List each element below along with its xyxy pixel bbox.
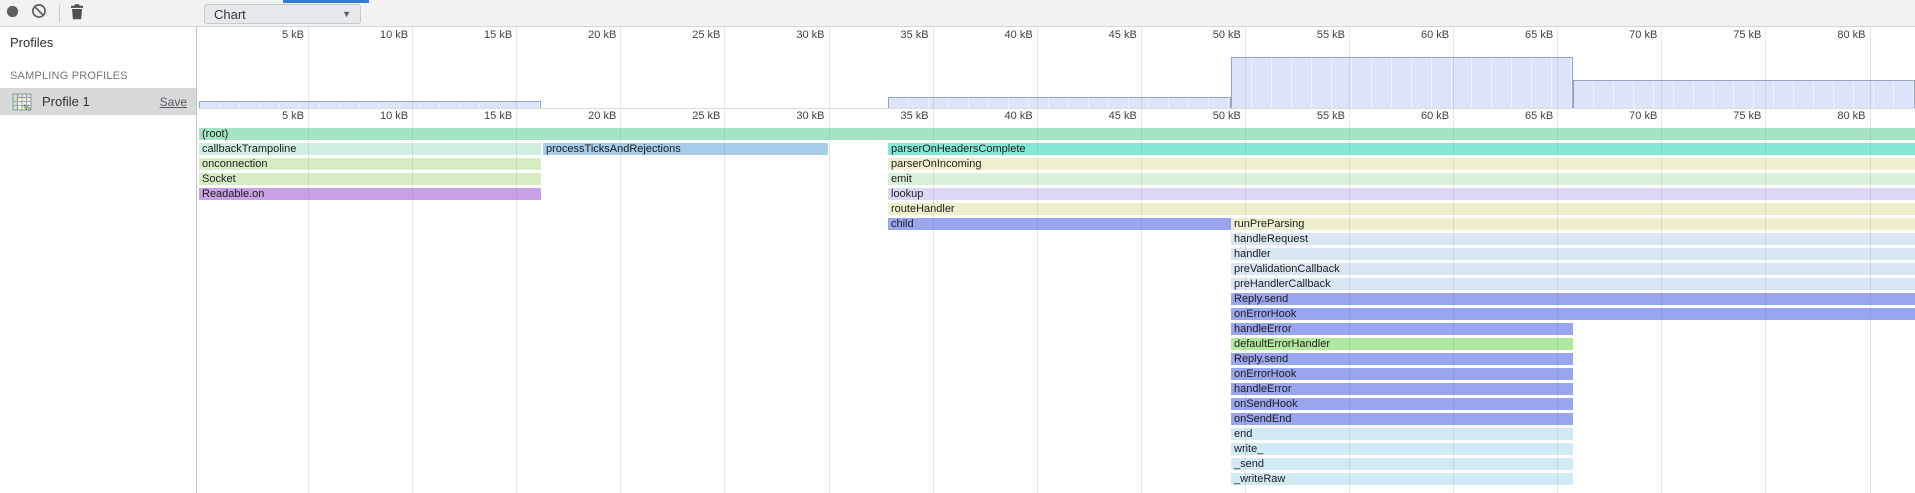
ruler-label: 15 kB — [436, 110, 512, 122]
flame-frame[interactable]: onSendHook — [1231, 398, 1573, 410]
flame-frame[interactable]: Readable.on — [199, 188, 541, 200]
record-button[interactable] — [4, 0, 20, 27]
ruler-label: 30 kB — [749, 110, 825, 122]
flame-frame[interactable]: Reply.send — [1231, 353, 1573, 365]
flame-frame[interactable]: _send — [1231, 458, 1573, 470]
ruler-label: 40 kB — [957, 29, 1033, 41]
flame-frame[interactable]: Reply.send — [1231, 293, 1915, 305]
overview-step — [199, 101, 541, 108]
chart-view-select-value: Chart — [205, 7, 342, 22]
ruler-label: 5 kB — [228, 110, 304, 122]
allocation-chart: 5 kB 10 kB 15 kB 20 kB 25 kB 30 kB 35 kB 40 kB 4… — [199, 27, 1915, 493]
ruler-label: 50 kB — [1165, 29, 1241, 41]
flame-frame[interactable]: callbackTrampoline — [199, 143, 541, 155]
ruler-label: 45 kB — [1061, 29, 1137, 41]
ruler-label: 25 kB — [644, 29, 720, 41]
flame-frame[interactable]: emit — [888, 173, 1915, 185]
overview-step — [888, 97, 1231, 108]
ruler-label: 60 kB — [1373, 29, 1449, 41]
ruler-label: 15 kB — [436, 29, 512, 41]
flame-frame[interactable]: parserOnHeadersComplete — [888, 143, 1915, 155]
flame-frame[interactable]: lookup — [888, 188, 1915, 200]
ruler-label: 65 kB — [1477, 29, 1553, 41]
flame-frame[interactable]: processTicksAndRejections — [543, 143, 828, 155]
flame-chart[interactable]: (root) callbackTrampolineprocessTicksAndR… — [199, 124, 1915, 493]
ruler-label: 55 kB — [1269, 110, 1345, 122]
toolbar: Chart ▼ — [0, 0, 1915, 27]
ruler-label: 75 kB — [1685, 110, 1761, 122]
ruler-label: 5 kB — [228, 29, 304, 41]
flame-frame[interactable]: handleError — [1231, 323, 1573, 335]
flame-frame[interactable]: parserOnIncoming — [888, 158, 1915, 170]
ruler-label: 45 kB — [1061, 110, 1137, 122]
tab-indicator — [283, 0, 369, 3]
toolbar-separator — [59, 5, 60, 22]
ruler-label: 40 kB — [957, 110, 1033, 122]
flame-frame[interactable]: runPreParsing — [1231, 218, 1915, 230]
sampling-profiles-heading: SAMPLING PROFILES — [10, 70, 128, 82]
ruler-label: 35 kB — [853, 29, 929, 41]
ruler-label: 10 kB — [332, 29, 408, 41]
sidebar: Profiles SAMPLING PROFILES % Profile 1 S… — [0, 27, 197, 493]
flame-frame[interactable]: routeHandler — [888, 203, 1915, 215]
flame-frame[interactable]: preHandlerCallback — [1231, 278, 1915, 290]
profile-table-icon: % — [12, 92, 32, 112]
record-icon — [6, 5, 19, 23]
ruler-label: 20 kB — [540, 29, 616, 41]
chevron-down-icon: ▼ — [342, 9, 360, 19]
profile-name: Profile 1 — [42, 94, 160, 109]
delete-profile-button[interactable] — [68, 0, 86, 27]
flame-frame[interactable]: (root) — [199, 128, 1915, 140]
ruler-label: 70 kB — [1581, 29, 1657, 41]
chart-view-select[interactable]: Chart ▼ — [204, 4, 361, 24]
ruler-label: 65 kB — [1477, 110, 1553, 122]
flame-frame[interactable]: onSendEnd — [1231, 413, 1573, 425]
flame-frame[interactable]: onErrorHook — [1231, 308, 1915, 320]
ruler-label: 55 kB — [1269, 29, 1345, 41]
overview-step — [1231, 57, 1573, 108]
ruler-label: 35 kB — [853, 110, 929, 122]
flame-frame[interactable]: defaultErrorHandler — [1231, 338, 1573, 350]
profiler-panel: Chart ▼ Profiles SAMPLING PROFILES % Pro… — [0, 0, 1915, 493]
ruler-label: 75 kB — [1685, 29, 1761, 41]
ruler-label: 60 kB — [1373, 110, 1449, 122]
ruler-label: 30 kB — [749, 29, 825, 41]
ruler-top: 5 kB 10 kB 15 kB 20 kB 25 kB 30 kB 35 kB 40 kB 4… — [199, 27, 1915, 46]
trash-icon — [69, 3, 85, 25]
profiles-title: Profiles — [10, 35, 53, 50]
block-icon — [31, 3, 47, 24]
flame-frame[interactable]: handleRequest — [1231, 233, 1915, 245]
ruler-label: 25 kB — [644, 110, 720, 122]
memory-overview[interactable] — [199, 46, 1915, 109]
sidebar-item-profile-1[interactable]: % Profile 1 Save — [0, 88, 196, 115]
flame-frame[interactable]: onErrorHook — [1231, 368, 1573, 380]
ruler-label: 80 kB — [1790, 110, 1866, 122]
ruler-bottom: 5 kB 10 kB 15 kB 20 kB 25 kB 30 kB 35 kB 40 kB 4… — [199, 108, 1915, 124]
flame-frame[interactable]: handleError — [1231, 383, 1573, 395]
save-link[interactable]: Save — [160, 95, 187, 109]
ruler-label: 70 kB — [1581, 110, 1657, 122]
flame-frame[interactable]: _writeRaw — [1231, 473, 1573, 485]
ruler-label: 50 kB — [1165, 110, 1241, 122]
overview-step — [1573, 80, 1915, 108]
flame-frame[interactable]: end — [1231, 428, 1573, 440]
flame-frame[interactable]: child — [888, 218, 1231, 230]
ruler-label: 20 kB — [540, 110, 616, 122]
flame-frame[interactable]: write_ — [1231, 443, 1573, 455]
clear-profiles-button[interactable] — [30, 0, 48, 27]
flame-frame[interactable]: handler — [1231, 248, 1915, 260]
flame-frame[interactable]: Socket — [199, 173, 541, 185]
flame-frame[interactable]: onconnection — [199, 158, 541, 170]
ruler-label: 10 kB — [332, 110, 408, 122]
ruler-label: 80 kB — [1790, 29, 1866, 41]
flame-frame[interactable]: preValidationCallback — [1231, 263, 1915, 275]
svg-text:%: % — [24, 103, 31, 112]
